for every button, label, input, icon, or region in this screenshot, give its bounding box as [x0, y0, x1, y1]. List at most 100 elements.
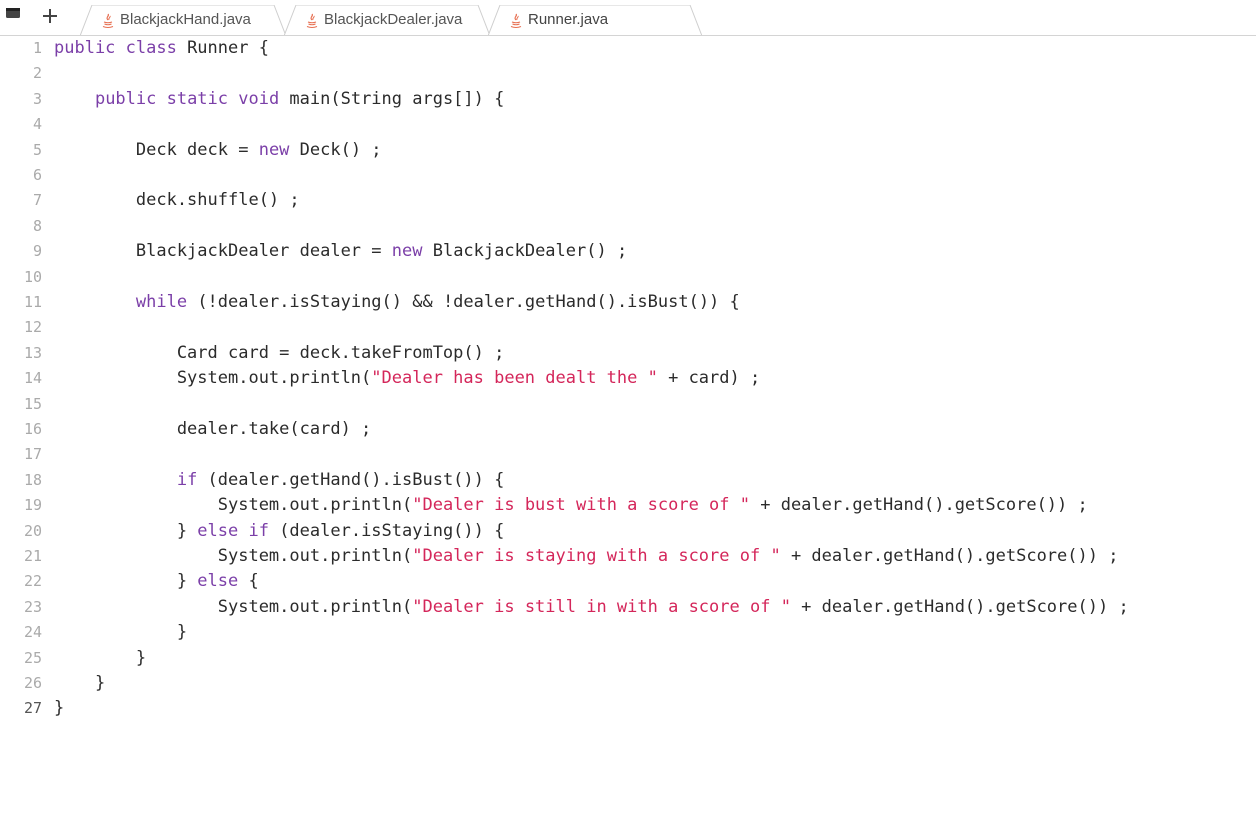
line-number: 15	[23, 394, 42, 413]
line-code: }	[54, 671, 105, 696]
line-number: 25	[23, 648, 42, 667]
line-number: 23	[23, 597, 42, 616]
code-token: Runner {	[176, 38, 269, 58]
line-code: Deck deck = new Deck() ;	[54, 138, 382, 163]
code-line: 14 System.out.println("Dealer has been d…	[0, 366, 1256, 391]
code-token: Deck deck =	[54, 139, 259, 160]
line-code: dealer.take(card) ;	[54, 417, 371, 442]
menu-icon[interactable]	[6, 8, 20, 18]
line-code: if (dealer.getHand().isBust()) {	[54, 468, 505, 493]
line-number: 2	[32, 64, 42, 83]
code-line: 17	[0, 442, 1256, 467]
code-line: 6	[0, 163, 1256, 188]
code-token: }	[54, 520, 198, 541]
tab-blackjackhand[interactable]: BlackjackHand.java	[80, 5, 286, 36]
line-code: }	[54, 696, 64, 721]
code-line: 8	[0, 214, 1256, 239]
code-token: dealer.take(card) ;	[54, 419, 372, 439]
tab-bar: BlackjackHand.java BlackjackDealer.java Ru…	[0, 0, 1256, 36]
code-token: Deck() ;	[289, 139, 382, 160]
string-token: "Dealer is bust with a score of "	[412, 495, 750, 516]
code-line: 9 BlackjackDealer dealer = new Blackjack…	[0, 239, 1256, 264]
line-number: 11	[23, 293, 42, 311]
string-token: "Dealer is staying with a score of "	[412, 546, 781, 566]
code-line: 3 public static void main(String args[])…	[0, 87, 1256, 112]
line-number: 13	[23, 343, 42, 362]
keyword-token: while	[135, 292, 188, 312]
code-token: BlackjackDealer dealer =	[54, 241, 392, 262]
code-line: 25 }	[0, 646, 1256, 671]
tab-label: BlackjackHand.java	[120, 11, 251, 28]
code-editor[interactable]: 1 public class Runner {2 3 public static v…	[0, 36, 1256, 814]
string-token: "Dealer has been dealt the "	[371, 368, 658, 389]
code-token: }	[54, 622, 188, 643]
string-token: "Dealer is still in with a score of "	[412, 596, 791, 617]
line-number: 24	[23, 623, 42, 642]
line-number: 4	[32, 115, 42, 134]
code-line: 12	[0, 315, 1256, 340]
line-code: } else {	[54, 569, 259, 594]
code-line: 22 } else {	[0, 569, 1256, 594]
line-code: BlackjackDealer dealer = new BlackjackDe…	[54, 239, 627, 264]
line-number: 18	[23, 470, 42, 489]
code-token: }	[54, 571, 198, 592]
code-token: System.out.println(	[54, 596, 413, 617]
code-token: (dealer.getHand().isBust()) {	[197, 469, 505, 490]
line-number: 16	[23, 420, 42, 438]
keyword-token: new	[258, 139, 290, 160]
line-number: 8	[32, 216, 42, 235]
line-number: 26	[23, 674, 42, 692]
code-line: 26 }	[0, 671, 1256, 696]
line-code: deck.shuffle() ;	[54, 188, 300, 213]
line-code: Card card = deck.takeFromTop() ;	[54, 341, 505, 366]
code-token: System.out.println(	[54, 368, 372, 389]
code-line: 21 System.out.println("Dealer is staying…	[0, 544, 1256, 569]
tab-blackjackdealer[interactable]: BlackjackDealer.java	[284, 5, 490, 36]
code-token: main(String args[]) {	[279, 88, 505, 109]
code-line: 18 if (dealer.getHand().isBust()) {	[0, 468, 1256, 493]
line-number: 17	[23, 445, 42, 464]
code-token: }	[54, 698, 65, 719]
code-token: Card card = deck.takeFromTop() ;	[54, 342, 505, 363]
line-number: 1	[32, 39, 42, 57]
code-line: 10	[0, 265, 1256, 290]
code-token: deck.shuffle() ;	[54, 190, 300, 211]
line-code: public static void main(String args[]) {	[54, 87, 504, 112]
line-number: 10	[23, 267, 42, 286]
code-token: System.out.println(	[54, 495, 413, 516]
keyword-token: if	[176, 469, 198, 490]
code-line: 5 Deck deck = new Deck() ;	[0, 138, 1256, 163]
line-number: 21	[23, 547, 42, 565]
code-token: BlackjackDealer() ;	[422, 241, 628, 262]
code-line: 16 dealer.take(card) ;	[0, 417, 1256, 442]
line-number: 3	[32, 89, 42, 108]
line-code: System.out.println("Dealer is staying wi…	[54, 544, 1119, 569]
keyword-token: new	[391, 241, 423, 262]
keyword-token: else if	[197, 520, 269, 541]
line-number: 5	[32, 140, 42, 159]
code-token: }	[54, 673, 106, 693]
code-line: 7 deck.shuffle() ;	[0, 188, 1256, 213]
plus-icon[interactable]	[40, 4, 60, 26]
code-token: + card) ;	[657, 368, 761, 389]
tab-runner[interactable]: Runner.java	[488, 5, 702, 36]
code-token: + dealer.getHand().getScore()) ;	[750, 495, 1088, 516]
keyword-token: public static void	[94, 88, 280, 109]
line-number: 12	[23, 318, 42, 337]
code-line: 19 System.out.println("Dealer is bust wi…	[0, 493, 1256, 518]
code-token: System.out.println(	[54, 546, 413, 566]
line-code: }	[54, 646, 146, 671]
code-line: 15	[0, 392, 1256, 417]
line-number: 27	[23, 699, 42, 718]
keyword-token: else	[197, 571, 239, 592]
code-line: 2	[0, 61, 1256, 86]
java-icon	[102, 13, 114, 29]
tab-label: Runner.java	[528, 11, 609, 28]
code-token: (!dealer.isStaying() && !dealer.getHand(…	[187, 292, 740, 312]
java-icon	[510, 13, 522, 29]
line-code: } else if (dealer.isStaying()) {	[54, 519, 505, 544]
line-code: System.out.println("Dealer is bust with …	[54, 493, 1088, 518]
code-token: {	[238, 571, 259, 592]
